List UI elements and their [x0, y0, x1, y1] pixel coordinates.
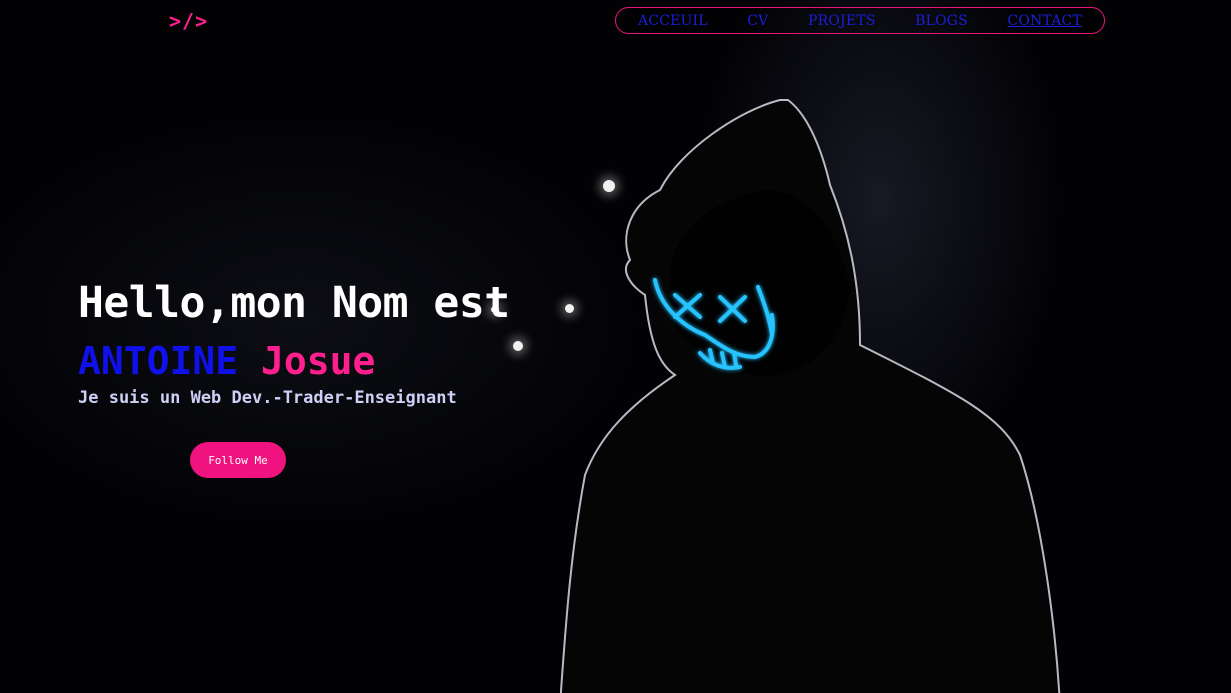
hero-last-name: Josue	[261, 339, 376, 383]
street-light	[513, 341, 523, 351]
follow-me-button[interactable]: Follow Me	[190, 442, 286, 478]
nav-link-cv[interactable]: CV	[747, 13, 768, 29]
hero-title: Hello,mon Nom est	[78, 278, 510, 328]
nav-link-blogs[interactable]: BLOGS	[915, 13, 968, 29]
nav-link-contact[interactable]: CONTACT	[1007, 13, 1082, 29]
main-nav: ACCEUIL CV PROJETS BLOGS CONTACT	[615, 7, 1105, 34]
hero-name: ANTOINE Josue	[78, 339, 375, 383]
nav-link-projets[interactable]: PROJETS	[808, 13, 876, 29]
hero-first-name: ANTOINE	[78, 339, 239, 383]
hero-subtitle: Je suis un Web Dev.-Trader-Enseignant	[78, 388, 457, 408]
hooded-figure-neon-mask-icon	[560, 99, 1061, 693]
nav-link-acceuil[interactable]: ACCEUIL	[638, 13, 708, 29]
site-logo[interactable]: >/>	[169, 9, 208, 33]
